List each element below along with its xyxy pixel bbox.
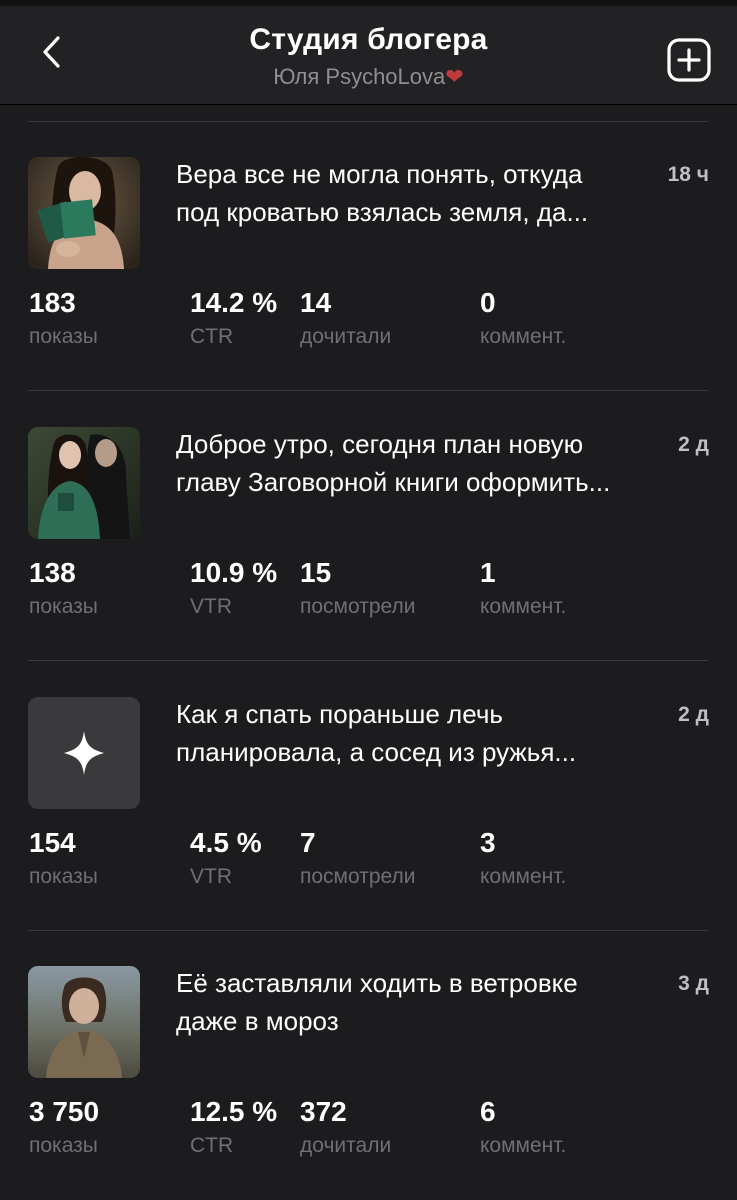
page-subtitle: Юля PsychoLova❤ bbox=[0, 64, 737, 90]
app-header: Студия блогера Юля PsychoLova❤ bbox=[0, 6, 737, 105]
stat-value: 7 bbox=[300, 827, 316, 858]
stat-reads: 372 дочитали bbox=[300, 1095, 391, 1159]
stat-comments: 0 коммент. bbox=[480, 286, 566, 350]
stat-rate: 14.2 % CTR bbox=[190, 286, 277, 350]
post-card[interactable]: Как я спать пораньше лечь планировала, а… bbox=[0, 661, 737, 891]
post-title-line: Её заставляли ходить в ветровке bbox=[176, 968, 578, 998]
post-title-line: под кроватью взялась земля, да... bbox=[176, 197, 589, 227]
stat-value: 10.9 % bbox=[190, 557, 278, 588]
stat-value: 12.5 % bbox=[190, 1096, 278, 1127]
sparkle-icon bbox=[64, 731, 104, 775]
woman-reading-book-photo bbox=[28, 157, 140, 269]
stat-label: показы bbox=[29, 865, 98, 888]
stat-value: 3 750 bbox=[29, 1096, 100, 1127]
post-card[interactable]: Вера все не могла понять, откуда под кро… bbox=[0, 121, 737, 351]
post-card[interactable]: Её заставляли ходить в ветровке даже в м… bbox=[0, 930, 737, 1160]
page-title: Студия блогера bbox=[249, 23, 488, 56]
stat-impressions: 138 показы bbox=[29, 556, 98, 620]
stat-label: VTR bbox=[190, 865, 232, 888]
author-name: Юля PsychoLova bbox=[273, 64, 446, 89]
stat-label: коммент. bbox=[480, 325, 567, 348]
post-title-line: Как я спать пораньше лечь bbox=[176, 699, 503, 729]
post-time: 18 ч bbox=[667, 163, 709, 186]
stat-label: дочитали bbox=[300, 325, 392, 348]
stat-comments: 3 коммент. bbox=[480, 826, 566, 890]
stat-value: 6 bbox=[480, 1096, 496, 1127]
post-thumbnail[interactable] bbox=[28, 157, 140, 269]
child-in-coat-photo bbox=[28, 966, 140, 1078]
stat-label: посмотрели bbox=[300, 595, 416, 618]
stat-reads: 14 дочитали bbox=[300, 286, 391, 350]
heart-emoji: ❤ bbox=[445, 64, 464, 89]
post-time: 2 д bbox=[678, 703, 709, 726]
post-title-line: планировала, а сосед из ружья... bbox=[176, 737, 577, 767]
stat-comments: 6 коммент. bbox=[480, 1095, 566, 1159]
stat-impressions: 183 показы bbox=[29, 286, 98, 350]
stat-value: 372 bbox=[300, 1096, 347, 1127]
post-thumbnail[interactable] bbox=[28, 697, 140, 809]
stat-label: коммент. bbox=[480, 865, 567, 888]
stat-label: коммент. bbox=[480, 1134, 567, 1157]
stat-impressions: 3 750 показы bbox=[29, 1095, 99, 1159]
post-title[interactable]: Доброе утро, сегодня план новую главу За… bbox=[176, 425, 666, 501]
stat-label: показы bbox=[29, 325, 98, 348]
stat-label: посмотрели bbox=[300, 865, 416, 888]
stat-value: 183 bbox=[29, 287, 76, 318]
post-title[interactable]: Её заставляли ходить в ветровке даже в м… bbox=[176, 964, 666, 1040]
stat-views: 15 посмотрели bbox=[300, 556, 415, 620]
stat-label: показы bbox=[29, 1134, 98, 1157]
stat-label: CTR bbox=[190, 325, 234, 348]
stat-label: показы bbox=[29, 595, 98, 618]
stat-value: 0 bbox=[480, 287, 496, 318]
post-title[interactable]: Как я спать пораньше лечь планировала, а… bbox=[176, 695, 666, 771]
woman-with-old-woman-photo bbox=[28, 427, 140, 539]
post-title-line: даже в мороз bbox=[176, 1006, 339, 1036]
stat-label: дочитали bbox=[300, 1134, 392, 1157]
post-title-line: Доброе утро, сегодня план новую bbox=[176, 429, 584, 459]
stat-value: 3 bbox=[480, 827, 496, 858]
stat-value: 154 bbox=[29, 827, 76, 858]
stat-value: 4.5 % bbox=[190, 827, 262, 858]
stat-views: 7 посмотрели bbox=[300, 826, 415, 890]
post-thumbnail[interactable] bbox=[28, 427, 140, 539]
post-thumbnail[interactable] bbox=[28, 966, 140, 1078]
stat-value: 138 bbox=[29, 557, 76, 588]
stat-value: 15 bbox=[300, 557, 332, 588]
add-post-button[interactable] bbox=[666, 37, 712, 83]
stat-rate: 12.5 % CTR bbox=[190, 1095, 277, 1159]
stat-value: 1 bbox=[480, 557, 496, 588]
stat-comments: 1 коммент. bbox=[480, 556, 566, 620]
post-title-line: главу Заговорной книги оформить... bbox=[176, 467, 611, 497]
post-card[interactable]: Доброе утро, сегодня план новую главу За… bbox=[0, 391, 737, 621]
plus-square-icon bbox=[667, 38, 711, 82]
post-title-line: Вера все не могла понять, откуда bbox=[176, 159, 583, 189]
post-time: 2 д bbox=[678, 433, 709, 456]
stat-rate: 4.5 % VTR bbox=[190, 826, 262, 890]
post-title[interactable]: Вера все не могла понять, откуда под кро… bbox=[176, 155, 666, 231]
stat-label: коммент. bbox=[480, 595, 567, 618]
stat-rate: 10.9 % VTR bbox=[190, 556, 277, 620]
stat-impressions: 154 показы bbox=[29, 826, 98, 890]
stat-label: CTR bbox=[190, 1134, 234, 1157]
stat-value: 14.2 % bbox=[190, 287, 278, 318]
post-time: 3 д bbox=[678, 972, 709, 995]
stat-label: VTR bbox=[190, 595, 232, 618]
stat-value: 14 bbox=[300, 287, 332, 318]
